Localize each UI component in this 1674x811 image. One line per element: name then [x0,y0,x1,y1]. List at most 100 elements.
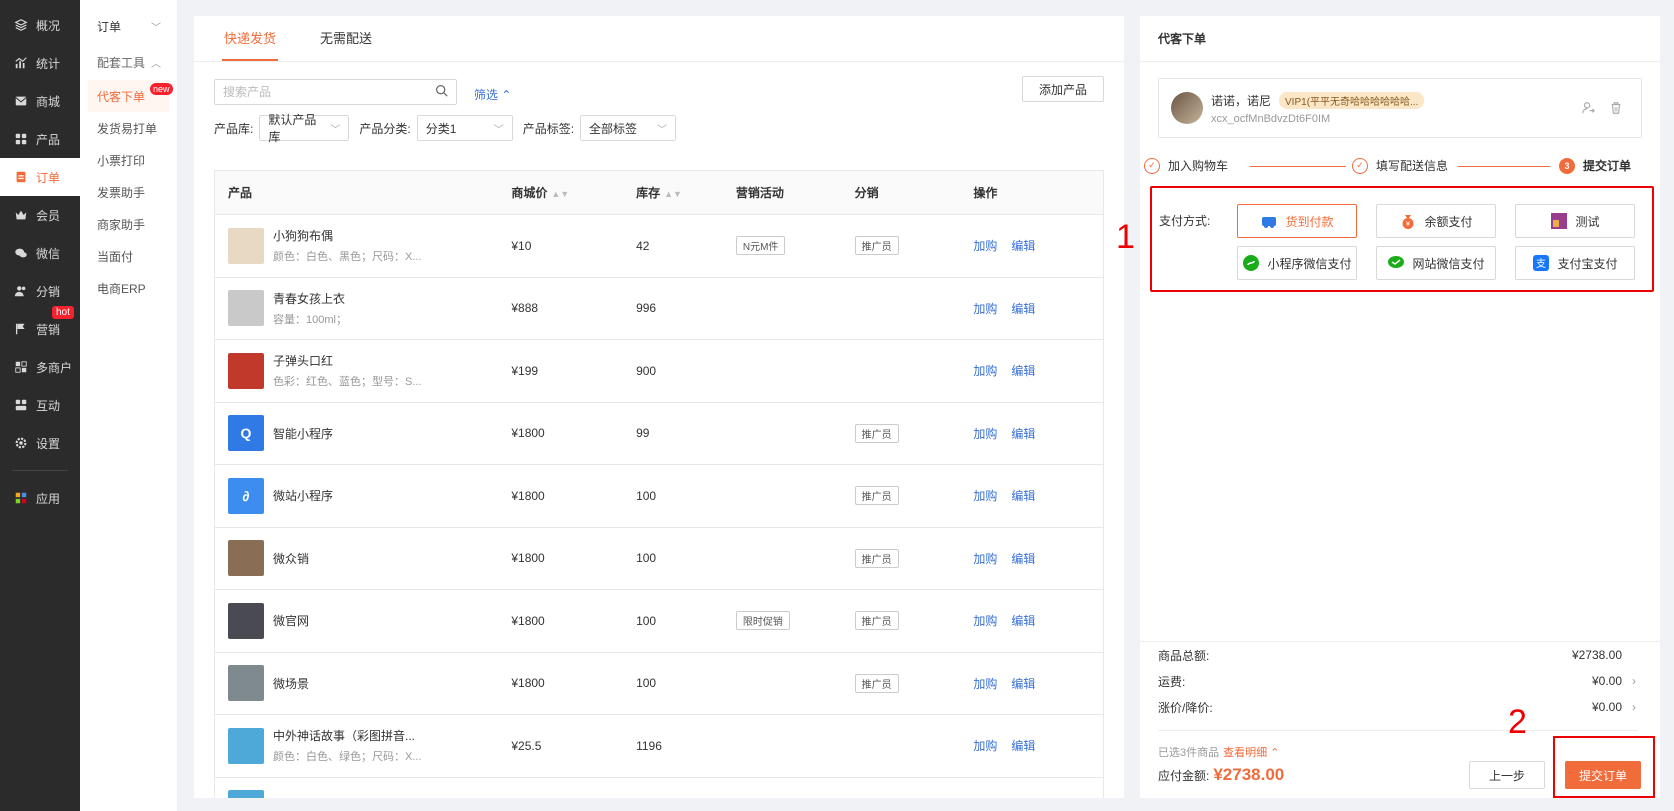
pay-method-label: 测试 [1575,214,1600,229]
nav-item-12[interactable]: 应用 [0,479,80,517]
library-select-value: 默认产品库 [268,113,317,144]
edit-link[interactable]: 编辑 [1011,489,1035,503]
tab-express[interactable]: 快递发货 [221,16,279,61]
add-to-cart-link[interactable]: 加购 [973,302,997,316]
summary-row[interactable]: 运费: ¥0.00 › [1140,668,1660,694]
nav-item-4[interactable]: 订单 [0,158,80,196]
add-to-cart-link[interactable]: 加购 [973,489,997,503]
table-row: 青春女孩上衣 容量：100ml； ¥888 996 加购 编辑 [215,278,1103,340]
product-distribution: 推广员 [854,423,974,443]
gear-icon [14,436,28,450]
nav-item-9[interactable]: 多商户 [0,348,80,386]
pay-method-0[interactable]: 货到付款 [1237,204,1357,238]
add-to-cart-link[interactable]: 加购 [973,614,997,628]
nav-item-3[interactable]: 产品 [0,120,80,158]
pay-method-5[interactable]: 支支付宝支付 [1515,246,1635,280]
edit-link[interactable]: 编辑 [1011,739,1035,753]
pay-method-2[interactable]: 测试 [1515,204,1635,238]
subnav-item-0[interactable]: 代客下单 new [88,80,173,112]
nav-item-5[interactable]: 会员 [0,196,80,234]
pay-method-3[interactable]: 小程序微信支付 [1237,246,1357,280]
search-input[interactable] [223,85,435,99]
product-distribution: 推广员 [854,486,974,506]
subnav-group-tools[interactable]: 配套工具 ︿ [80,44,177,80]
edit-link[interactable]: 编辑 [1011,614,1035,628]
nav-item-10[interactable]: 互动 [0,386,80,424]
nav-item-7[interactable]: 分销 [0,272,80,310]
step-label: 提交订单 [1583,159,1632,173]
edit-link[interactable]: 编辑 [1011,677,1035,691]
col-stock[interactable]: 库存 ▲▼ [636,184,736,201]
summary-value: ¥2738.00 [1571,648,1622,662]
nav-item-label: 设置 [36,436,61,451]
edit-link[interactable]: 编辑 [1011,552,1035,566]
nav-item-2[interactable]: 商城 [0,82,80,120]
chart-icon [14,56,28,70]
table-row: 微众销 ¥1800 100 推广员 加购 编辑 [215,528,1103,590]
table-row: ∂ 微站小程序 ¥1800 100 推广员 加购 编辑 [215,465,1103,528]
add-to-cart-link[interactable]: 加购 [973,364,997,378]
step-label: 填写配送信息 [1376,159,1449,173]
subnav-group-order[interactable]: 订单 ﹀ [80,8,177,44]
add-to-cart-link[interactable]: 加购 [973,552,997,566]
prev-step-button[interactable]: 上一步 [1469,761,1545,789]
add-to-cart-link[interactable]: 加购 [973,427,997,441]
pay-method-label: 支付宝支付 [1557,256,1618,271]
nav-item-0[interactable]: 概况 [0,6,80,44]
crown-icon [14,208,28,222]
subnav-item-4[interactable]: 商家助手 [80,208,177,240]
nav-item-11[interactable]: 设置 [0,424,80,462]
subnav-item-5[interactable]: 当面付 [80,240,177,272]
switch-user-icon[interactable] [1581,101,1595,118]
product-spec: 色彩：红色、蓝色；型号：S... [273,376,422,389]
filter-toggle[interactable]: 筛选 ⌃ [474,86,511,103]
tag-select[interactable]: 全部标签 ﹀ [580,115,677,141]
distribution-tag: 推广员 [854,673,899,693]
nav-item-6[interactable]: 微信 [0,234,80,272]
tab-no-delivery[interactable]: 无需配送 [320,16,372,61]
product-thumbnail: Q [228,415,264,452]
category-select[interactable]: 分类1 ﹀ [416,115,513,141]
filter-bar: 产品库: 默认产品库 ﹀ 产品分类: 分类1 ﹀ 产品标签: 全部标签 ﹀ [214,113,686,144]
product-name: 微场景 [273,676,310,691]
summary-row[interactable]: 涨价/降价: ¥0.00 › [1140,694,1660,720]
product-cell: 中外神话故事（彩图拼音... 颜色：白色、绿色；尺码：X... [215,727,511,764]
users-icon [14,284,28,298]
product-thumbnail [228,727,264,764]
subnav-item-label: 商家助手 [97,217,146,232]
svg-text:支: 支 [1536,258,1546,270]
selected-count: 已选3件商品 [1158,747,1220,759]
trash-icon[interactable] [1609,101,1623,118]
edit-link[interactable]: 编辑 [1011,302,1035,316]
subnav-item-6[interactable]: 电商ERP [80,272,177,304]
subnav-item-2[interactable]: 小票打印 [80,144,177,176]
nav-item-1[interactable]: 统计 [0,44,80,82]
col-price[interactable]: 商城价 ▲▼ [511,184,636,201]
product-stock: 996 [636,301,657,316]
product-stock: 42 [636,238,650,253]
edit-link[interactable]: 编辑 [1011,239,1035,253]
subnav-item-1[interactable]: 发货易打单 [80,112,177,144]
pay-method-4[interactable]: 网站微信支付 [1376,246,1496,280]
nav-item-label: 统计 [36,56,61,71]
view-detail-link[interactable]: 查看明细 ⌃ [1223,747,1279,759]
nav-item-8[interactable]: 营销 hot [0,306,80,348]
add-to-cart-link[interactable]: 加购 [973,239,997,253]
add-product-button[interactable]: 添加产品 [1021,76,1104,102]
search-box [214,79,457,105]
edit-link[interactable]: 编辑 [1011,364,1035,378]
search-icon[interactable] [435,84,448,100]
pay-method-1[interactable]: ¥ 余额支付 [1376,204,1496,238]
submit-order-button[interactable]: 提交订单 [1565,761,1641,789]
product-price: ¥1800 [511,676,545,691]
chevron-right-icon: › [1632,700,1636,714]
add-to-cart-link[interactable]: 加购 [973,677,997,691]
product-operations: 加购 编辑 [973,300,1103,317]
add-to-cart-link[interactable]: 加购 [973,739,997,753]
library-select[interactable]: 默认产品库 ﹀ [259,113,350,144]
product-distribution: 推广员 [854,236,974,256]
nav-item-label: 分销 [36,284,61,299]
edit-link[interactable]: 编辑 [1011,427,1035,441]
subnav-item-3[interactable]: 发票助手 [80,176,177,208]
product-price: ¥25.5 [511,738,542,753]
